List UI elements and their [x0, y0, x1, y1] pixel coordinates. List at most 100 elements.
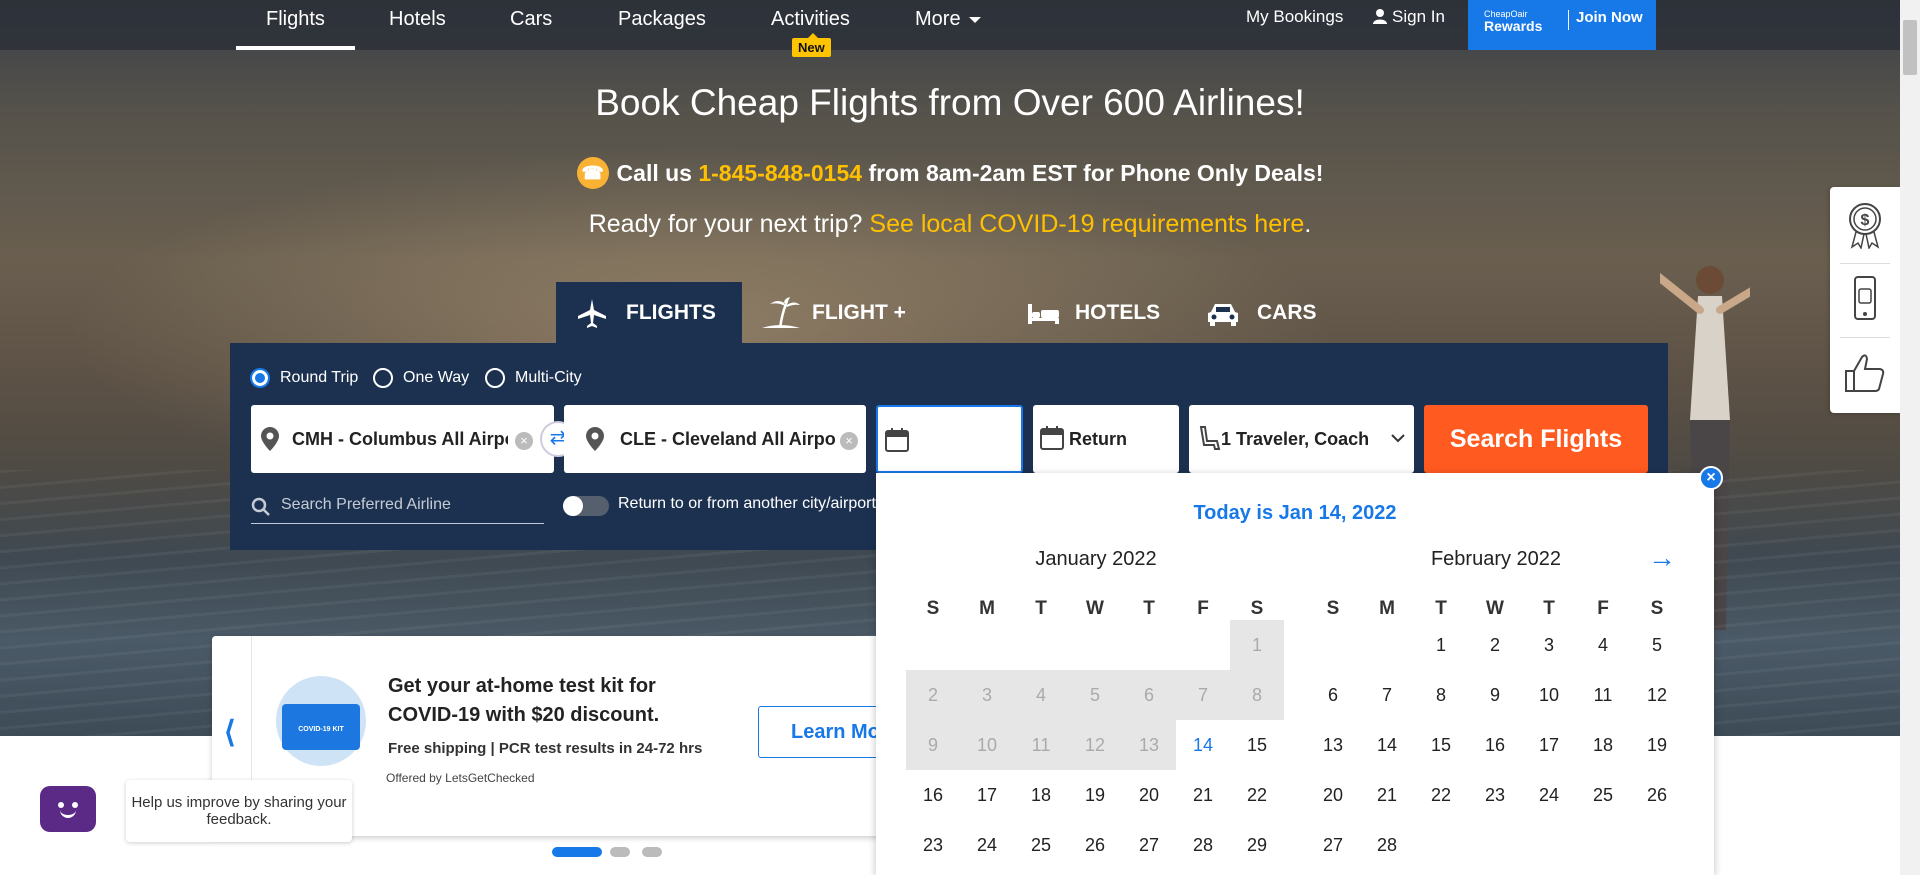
preferred-airline-input[interactable]: Search Preferred Airline [251, 492, 544, 524]
svg-text:$: $ [1861, 212, 1870, 229]
carousel-dot-active[interactable] [552, 847, 602, 857]
nav-flights[interactable]: Flights [236, 0, 355, 50]
calendar-day[interactable]: 24 [960, 820, 1014, 870]
calendar-day[interactable]: 6 [1306, 670, 1360, 720]
feedback-bot-icon[interactable] [40, 786, 96, 832]
carousel-dot[interactable] [610, 847, 630, 857]
next-month-arrow-icon[interactable]: → [1648, 542, 1676, 574]
calendar-day[interactable]: 17 [960, 770, 1014, 820]
calendar-day[interactable]: 21 [1176, 770, 1230, 820]
my-bookings-link[interactable]: My Bookings [1246, 0, 1343, 36]
tab-flight-hotel[interactable]: FLIGHT + HOTEL [742, 282, 982, 386]
calendar-day[interactable]: 24 [1522, 770, 1576, 820]
close-icon[interactable]: × [1699, 466, 1723, 490]
calendar-day[interactable]: 20 [1306, 770, 1360, 820]
carousel-dot[interactable] [642, 847, 662, 857]
clear-destination-icon[interactable]: × [840, 432, 858, 450]
weekday-header: T [1435, 598, 1447, 619]
calendar-day[interactable]: 29 [1230, 820, 1284, 870]
calendar-day[interactable]: 4 [1576, 620, 1630, 670]
calendar-day[interactable]: 13 [1306, 720, 1360, 770]
chevron-left-icon[interactable]: ⟨ [224, 715, 236, 750]
calendar-day[interactable]: 22 [1230, 770, 1284, 820]
rewards-join-button[interactable]: CheapOair Rewards Join Now [1468, 0, 1656, 50]
calendar-day[interactable]: 19 [1630, 720, 1684, 770]
weekday-header: T [1035, 598, 1047, 619]
calendar-day[interactable]: 9 [1468, 670, 1522, 720]
nav-packages[interactable]: Packages [618, 0, 706, 50]
calendar-day[interactable]: 10 [1522, 670, 1576, 720]
return-date-field[interactable]: Return [1033, 405, 1179, 473]
tab-flights[interactable]: FLIGHTS [556, 282, 742, 344]
calendar-day[interactable]: 18 [1014, 770, 1068, 820]
calendar-day[interactable]: 15 [1414, 720, 1468, 770]
calendar-day[interactable]: 23 [906, 820, 960, 870]
nav-more[interactable]: More [915, 0, 981, 50]
phone-number-link[interactable]: 1-845-848-0154 [698, 160, 862, 186]
calendar-day[interactable]: 14 [1176, 720, 1230, 770]
promo-offered-by: Offered by LetsGetChecked [386, 771, 535, 785]
clear-origin-icon[interactable]: × [515, 432, 533, 450]
calendar-day[interactable]: 16 [1468, 720, 1522, 770]
calendar-day[interactable]: 27 [1306, 820, 1360, 870]
bed-icon [1028, 304, 1059, 324]
radio-dot [373, 368, 393, 388]
calendar-day[interactable]: 25 [1576, 770, 1630, 820]
nav-cars[interactable]: Cars [510, 0, 552, 50]
calendar-day[interactable]: 21 [1360, 770, 1414, 820]
calendar-day[interactable]: 25 [1014, 820, 1068, 870]
calendar-day[interactable]: 1 [1414, 620, 1468, 670]
calendar-day: 11 [1014, 720, 1068, 770]
calendar-day[interactable]: 16 [906, 770, 960, 820]
mobile-app-icon[interactable] [1844, 275, 1886, 323]
calendar-day: 9 [906, 720, 960, 770]
calendar-day[interactable]: 26 [1630, 770, 1684, 820]
round-trip-radio[interactable]: Round Trip [250, 368, 358, 388]
calendar-day[interactable]: 2 [1468, 620, 1522, 670]
covid-requirements-link[interactable]: See local COVID-19 requirements here [869, 210, 1304, 238]
thumbs-up-icon[interactable] [1844, 349, 1886, 397]
calendar-day[interactable]: 22 [1414, 770, 1468, 820]
nav-hotels[interactable]: Hotels [389, 0, 446, 50]
destination-value: CLE - Cleveland All Airports [620, 429, 836, 449]
calendar-day[interactable]: 7 [1360, 670, 1414, 720]
calendar-day[interactable]: 23 [1468, 770, 1522, 820]
calendar-day[interactable]: 11 [1576, 670, 1630, 720]
origin-value: CMH - Columbus All Airports [292, 429, 508, 449]
calendar-day[interactable]: 8 [1414, 670, 1468, 720]
scrollbar-thumb[interactable] [1903, 20, 1917, 75]
calendar-day[interactable]: 27 [1122, 820, 1176, 870]
price-guarantee-icon[interactable]: $ [1844, 201, 1886, 249]
calendar-day[interactable]: 3 [1522, 620, 1576, 670]
calendar-day[interactable]: 26 [1068, 820, 1122, 870]
calendar-day[interactable]: 28 [1360, 820, 1414, 870]
calendar-day[interactable]: 17 [1522, 720, 1576, 770]
calendar-day[interactable]: 12 [1630, 670, 1684, 720]
calendar-day[interactable]: 15 [1230, 720, 1284, 770]
depart-date-field[interactable] [876, 405, 1023, 473]
palm-tree-icon [762, 297, 800, 329]
tab-hotels[interactable]: HOTELS [1005, 282, 1170, 344]
calendar-day[interactable]: 19 [1068, 770, 1122, 820]
calendar-day[interactable]: 14 [1360, 720, 1414, 770]
tab-cars[interactable]: CARS [1187, 282, 1337, 344]
weekday-header: S [1326, 598, 1340, 619]
side-widget: $ [1830, 187, 1900, 413]
sign-in-link[interactable]: Sign In [1372, 0, 1445, 36]
feedback-prompt[interactable]: Help us improve by sharing your feedback… [126, 780, 352, 842]
search-flights-button[interactable]: Search Flights [1424, 405, 1648, 473]
promo-subtitle: Free shipping | PCR test results in 24-7… [388, 740, 703, 757]
destination-field[interactable]: CLE - Cleveland All Airports × [564, 405, 866, 473]
calendar-day[interactable]: 18 [1576, 720, 1630, 770]
page-scrollbar[interactable] [1900, 0, 1920, 875]
return-other-airport-toggle[interactable] [563, 496, 609, 516]
travelers-select[interactable]: 1 Traveler, Coach [1189, 405, 1414, 473]
calendar-day[interactable]: 20 [1122, 770, 1176, 820]
calendar-day[interactable]: 5 [1630, 620, 1684, 670]
call-prefix: Call us [616, 160, 692, 186]
weekday-header: F [1197, 598, 1209, 619]
origin-field[interactable]: CMH - Columbus All Airports × [251, 405, 554, 473]
multi-city-radio[interactable]: Multi-City [485, 368, 582, 388]
one-way-radio[interactable]: One Way [373, 368, 469, 388]
calendar-day[interactable]: 28 [1176, 820, 1230, 870]
